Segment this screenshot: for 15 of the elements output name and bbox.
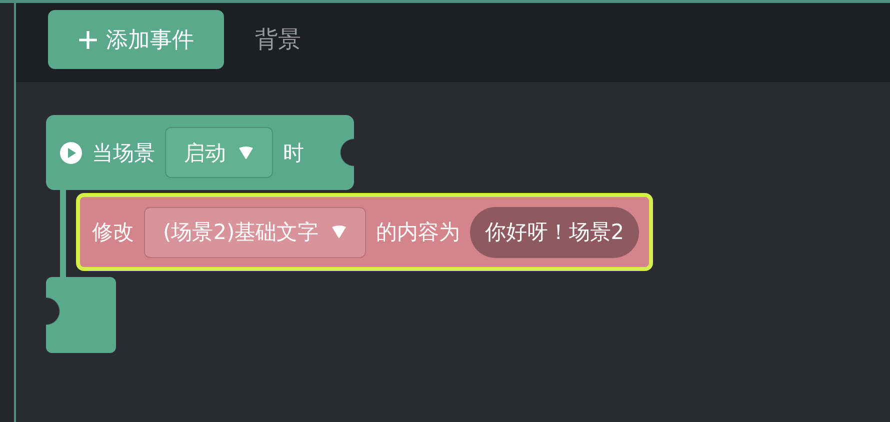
caret-icon bbox=[330, 225, 347, 239]
block-label: 的内容为 bbox=[376, 219, 460, 246]
dropdown[interactable]: (场景2)基础文字 bbox=[144, 206, 366, 258]
action-block[interactable]: 修改 (场景2)基础文字 的内容为 你好呀！场景2 bbox=[76, 193, 654, 271]
plus-icon bbox=[78, 30, 98, 50]
block-label: 修改 bbox=[92, 219, 134, 246]
block-label: 当场景 bbox=[92, 140, 155, 166]
dropdown[interactable]: 启动 bbox=[165, 127, 273, 178]
block-label: 时 bbox=[283, 140, 304, 166]
tab[interactable]: 背景 bbox=[255, 24, 301, 55]
play-icon bbox=[60, 142, 82, 164]
value-field[interactable]: 你好呀！场景2 bbox=[470, 206, 640, 258]
add-event-button[interactable]: 添加事件 bbox=[48, 10, 224, 69]
event-block[interactable]: 当场景 启动 时 bbox=[46, 115, 354, 190]
caret-icon bbox=[238, 146, 254, 160]
